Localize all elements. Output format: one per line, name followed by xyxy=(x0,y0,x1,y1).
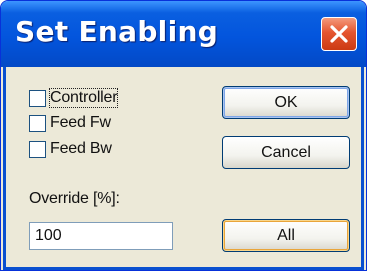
window-title: Set Enabling xyxy=(15,15,219,48)
all-button[interactable]: All xyxy=(222,219,350,252)
checkbox-feed-fw[interactable]: Feed Fw xyxy=(29,112,111,134)
checkbox-label: Feed Bw xyxy=(50,140,112,157)
checkbox-box[interactable] xyxy=(29,140,46,158)
override-label: Override [%]: xyxy=(29,190,120,207)
checkbox-label: Controller xyxy=(48,88,119,108)
title-bar[interactable]: Set Enabling xyxy=(1,1,366,67)
close-icon xyxy=(330,25,348,43)
checkbox-feed-bw[interactable]: Feed Bw xyxy=(29,138,112,160)
close-button[interactable] xyxy=(321,17,357,51)
ok-button[interactable]: OK xyxy=(222,86,350,119)
checkbox-controller[interactable]: Controller xyxy=(29,87,119,109)
cancel-button[interactable]: Cancel xyxy=(222,136,350,169)
checkbox-box[interactable] xyxy=(29,114,46,132)
override-input[interactable] xyxy=(29,222,173,250)
checkbox-box[interactable] xyxy=(29,89,46,107)
dialog-window: Set Enabling Controller Feed Fw Feed Bw … xyxy=(0,0,367,271)
checkbox-label: Feed Fw xyxy=(50,114,111,131)
